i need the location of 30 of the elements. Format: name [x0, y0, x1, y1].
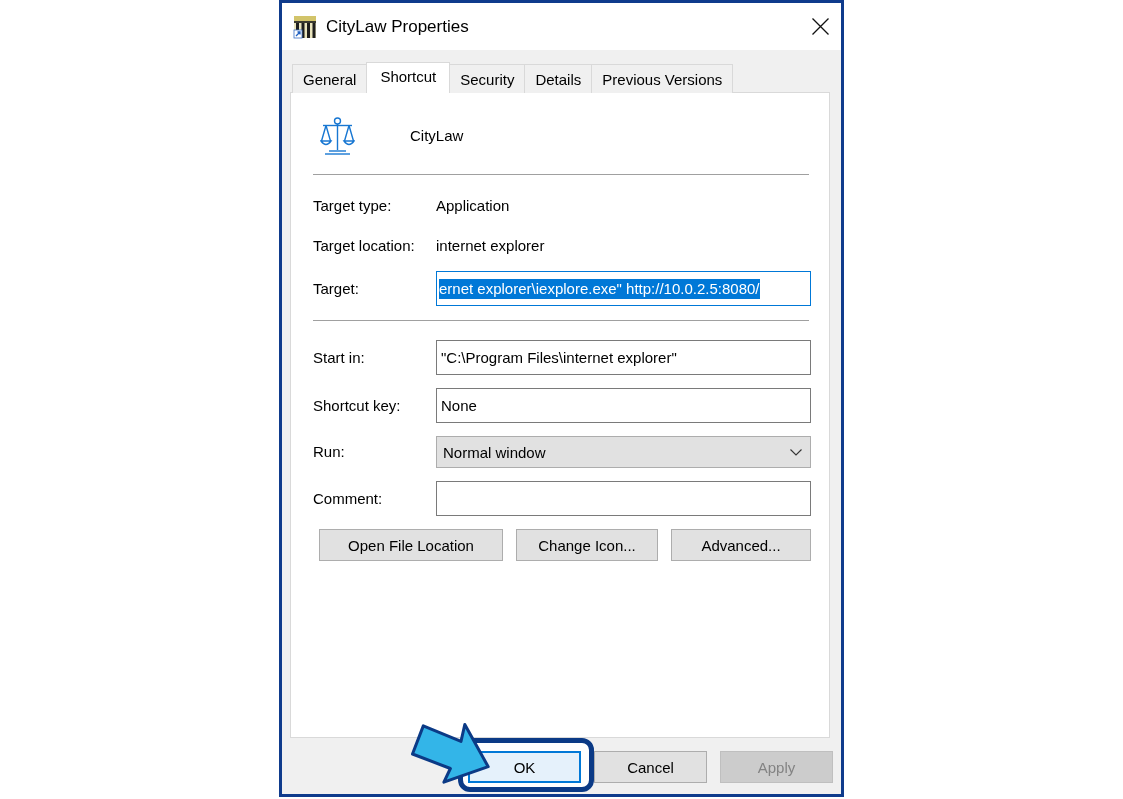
shortcut-name: CityLaw: [410, 126, 464, 146]
scales-icon: [320, 117, 355, 155]
field-value: internet explorer: [436, 236, 545, 256]
close-icon: [812, 18, 829, 35]
window-title: CityLaw Properties: [326, 15, 469, 38]
field-label: Start in:: [313, 347, 366, 368]
field-label: Target:: [313, 278, 360, 299]
building-icon: [293, 14, 317, 39]
dialog-button[interactable]: Cancel: [594, 751, 707, 783]
field-label: Target location:: [313, 236, 416, 256]
field-label: Comment:: [313, 488, 384, 509]
chevron-down-icon: [790, 448, 802, 456]
action-button[interactable]: Open File Location: [319, 529, 503, 561]
field-label: Run:: [313, 442, 346, 462]
text-field[interactable]: None: [436, 388, 811, 423]
action-button[interactable]: Advanced...: [671, 529, 811, 561]
tab[interactable]: General: [292, 64, 368, 93]
field-value: Application: [436, 196, 510, 216]
action-button[interactable]: Change Icon...: [516, 529, 658, 561]
dropdown[interactable]: Normal window: [436, 436, 811, 468]
close-button[interactable]: [812, 18, 829, 35]
text-field[interactable]: "C:\Program Files\internet explorer": [436, 340, 811, 375]
text-field[interactable]: [436, 481, 811, 516]
tab[interactable]: Details: [524, 64, 593, 93]
tab[interactable]: Previous Versions: [591, 64, 734, 93]
tab[interactable]: Shortcut: [366, 62, 451, 93]
tab[interactable]: Security: [449, 64, 526, 93]
text-field[interactable]: ernet explorer\iexplore.exe" http://10.0.2.5:8080/: [436, 271, 811, 306]
field-label: Target type:: [313, 196, 393, 216]
field-label: Shortcut key:: [313, 395, 402, 416]
